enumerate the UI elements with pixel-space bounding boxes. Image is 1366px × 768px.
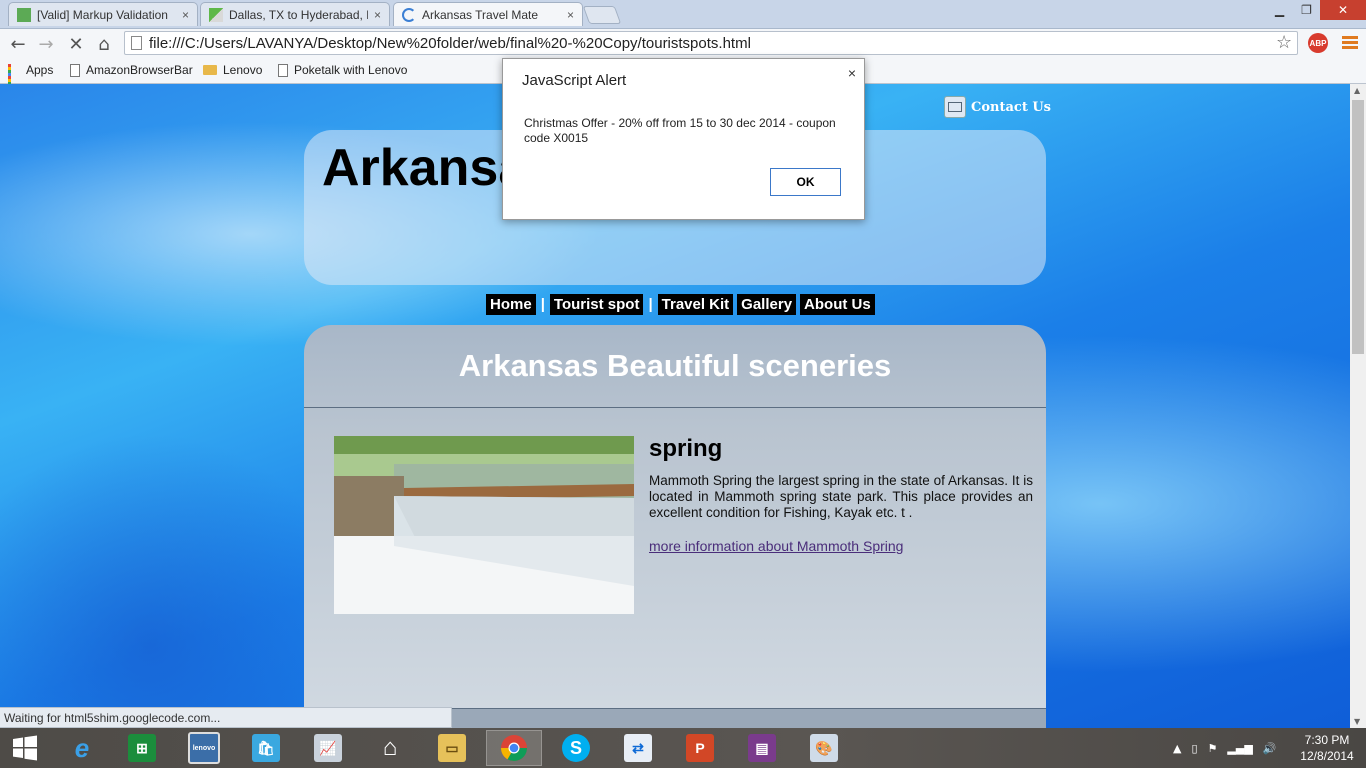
validator-favicon-icon xyxy=(17,7,31,22)
bookmark-poketalk[interactable]: Poketalk with Lenovo xyxy=(278,63,407,77)
chrome-icon[interactable] xyxy=(486,730,542,766)
loading-spinner-icon xyxy=(402,7,416,22)
nav-home[interactable]: Home xyxy=(486,294,536,315)
tray-expand-icon[interactable]: ▲ xyxy=(1173,742,1181,755)
contact-us-link[interactable]: Contact Us xyxy=(944,96,1051,118)
windows-start-icon[interactable] xyxy=(0,730,50,766)
flag-icon[interactable]: ⚑ xyxy=(1208,742,1218,755)
lenovo-app-icon[interactable]: lenovo xyxy=(176,730,232,766)
tab-title: Arkansas Travel Mate xyxy=(422,7,539,22)
scroll-up-icon[interactable]: ▲ xyxy=(1354,86,1360,95)
alert-message: Christmas Offer - 20% off from 15 to 30 … xyxy=(524,116,836,145)
device-icon[interactable]: ▯ xyxy=(1191,742,1197,755)
teamviewer-icon[interactable]: ⇄ xyxy=(610,730,666,766)
nav-gallery[interactable]: Gallery xyxy=(737,294,797,315)
shopping-bag-icon[interactable]: 🛍 xyxy=(238,730,294,766)
powerpoint-icon[interactable]: P xyxy=(672,730,728,766)
bookmark-lenovo[interactable]: Lenovo xyxy=(203,63,262,77)
system-tray: ▲ ▯ ⚑ ▂▄▆ 🔊 xyxy=(1168,728,1282,768)
mammoth-spring-photo xyxy=(334,436,634,614)
page-scrollbar[interactable]: ▲ ▼ xyxy=(1350,84,1366,728)
alert-title: JavaScript Alert xyxy=(522,72,627,89)
new-tab-button[interactable] xyxy=(582,6,622,24)
scrollbar-thumb[interactable] xyxy=(1352,100,1364,354)
mail-icon xyxy=(944,96,966,118)
ok-button[interactable]: OK xyxy=(770,168,841,196)
page-icon xyxy=(278,63,288,77)
tab-title: Dallas, TX to Hyderabad, I xyxy=(229,7,368,22)
bookmark-star-icon[interactable]: ☆ xyxy=(1276,32,1292,53)
bookmark-label: Apps xyxy=(26,63,54,77)
bookmark-amazonbrowserbar[interactable]: AmazonBrowserBar xyxy=(70,63,193,77)
internet-explorer-icon[interactable]: e xyxy=(54,730,110,766)
file-explorer-icon[interactable]: ▭ xyxy=(424,730,480,766)
windows-taskbar: e ⊞ lenovo 🛍 📈 ⌂ ▭ S ⇄ P ▤ 🎨 ▲ ▯ ⚑ ▂▄▆ 🔊… xyxy=(0,728,1366,768)
spot-description: Mammoth Spring the largest spring in the… xyxy=(649,473,1033,520)
nav-tourist-spot[interactable]: Tourist spot xyxy=(549,294,644,315)
stop-loading-icon[interactable]: ✕ xyxy=(64,32,88,56)
tab-strip: [Valid] Markup Validation × Dallas, TX t… xyxy=(0,0,1366,29)
nav-separator: | xyxy=(540,296,545,313)
restore-button[interactable]: ❐ xyxy=(1293,0,1320,20)
address-bar[interactable]: file:///C:/Users/LAVANYA/Desktop/New%20f… xyxy=(124,31,1298,55)
nav-about-us[interactable]: About Us xyxy=(800,294,875,315)
windows-store-icon[interactable]: ⊞ xyxy=(114,730,170,766)
bookmark-label: Lenovo xyxy=(223,63,263,77)
performance-monitor-icon[interactable]: 📈 xyxy=(300,730,356,766)
nav-separator: | xyxy=(648,296,653,313)
home-app-icon[interactable]: ⌂ xyxy=(362,730,418,766)
tab-close-icon[interactable]: × xyxy=(567,8,574,22)
clock-time: 7:30 PM xyxy=(1304,733,1350,747)
clock-date: 12/8/2014 xyxy=(1300,749,1354,763)
minimize-button[interactable]: ▁ xyxy=(1266,0,1293,20)
folder-icon xyxy=(203,65,217,75)
main-nav: Home | Tourist spot | Travel Kit Gallery… xyxy=(484,294,877,315)
menu-icon[interactable] xyxy=(1342,36,1358,51)
signal-icon[interactable]: ▂▄▆ xyxy=(1227,742,1252,755)
nav-travel-kit[interactable]: Travel Kit xyxy=(657,294,734,315)
bookmark-label: AmazonBrowserBar xyxy=(86,63,193,77)
home-icon[interactable]: ⌂ xyxy=(92,32,116,56)
close-icon[interactable]: × xyxy=(848,65,856,81)
close-window-button[interactable]: ✕ xyxy=(1320,0,1366,20)
maps-favicon-icon xyxy=(209,7,223,22)
page-icon xyxy=(70,63,80,77)
section-header: Arkansas Beautiful sceneries xyxy=(304,325,1046,408)
tab-title: [Valid] Markup Validation xyxy=(37,7,168,22)
bookmark-label: Poketalk with Lenovo xyxy=(294,63,408,77)
tab-close-icon[interactable]: × xyxy=(374,8,381,22)
forward-arrow-icon[interactable]: → xyxy=(34,32,58,56)
winrar-icon[interactable]: ▤ xyxy=(734,730,790,766)
page-icon xyxy=(131,36,142,50)
url-text: file:///C:/Users/LAVANYA/Desktop/New%20f… xyxy=(149,34,751,52)
tab-dallas-hyderabad[interactable]: Dallas, TX to Hyderabad, I × xyxy=(200,2,390,26)
window-controls: ▁ ❐ ✕ xyxy=(1266,0,1366,20)
section-heading: Arkansas Beautiful sceneries xyxy=(458,348,892,383)
spot-title: spring xyxy=(649,435,723,462)
volume-icon[interactable]: 🔊 xyxy=(1263,742,1277,755)
status-bar: Waiting for html5shim.googlecode.com... xyxy=(0,707,452,728)
javascript-alert-dialog: JavaScript Alert × Christmas Offer - 20%… xyxy=(502,58,865,220)
more-info-link[interactable]: more information about Mammoth Spring xyxy=(649,538,903,554)
contact-us-label: Contact Us xyxy=(971,99,1051,115)
adblock-plus-icon[interactable]: ABP xyxy=(1308,33,1328,53)
browser-toolbar: ← → ✕ ⌂ file:///C:/Users/LAVANYA/Desktop… xyxy=(0,29,1366,59)
tab-markup-validation[interactable]: [Valid] Markup Validation × xyxy=(8,2,198,26)
taskbar-clock[interactable]: 7:30 PM 12/8/2014 xyxy=(1296,732,1358,764)
content-panel: Arkansas Beautiful sceneries spring Mamm… xyxy=(304,325,1046,728)
scroll-down-icon[interactable]: ▼ xyxy=(1354,717,1360,726)
back-arrow-icon[interactable]: ← xyxy=(6,32,30,56)
apps-grid-icon xyxy=(8,64,20,91)
tab-close-icon[interactable]: × xyxy=(182,8,189,22)
skype-icon[interactable]: S xyxy=(548,730,604,766)
tab-arkansas-travel-mate[interactable]: Arkansas Travel Mate × xyxy=(393,2,583,26)
paint-icon[interactable]: 🎨 xyxy=(796,730,852,766)
bookmark-apps[interactable]: Apps xyxy=(8,63,54,91)
